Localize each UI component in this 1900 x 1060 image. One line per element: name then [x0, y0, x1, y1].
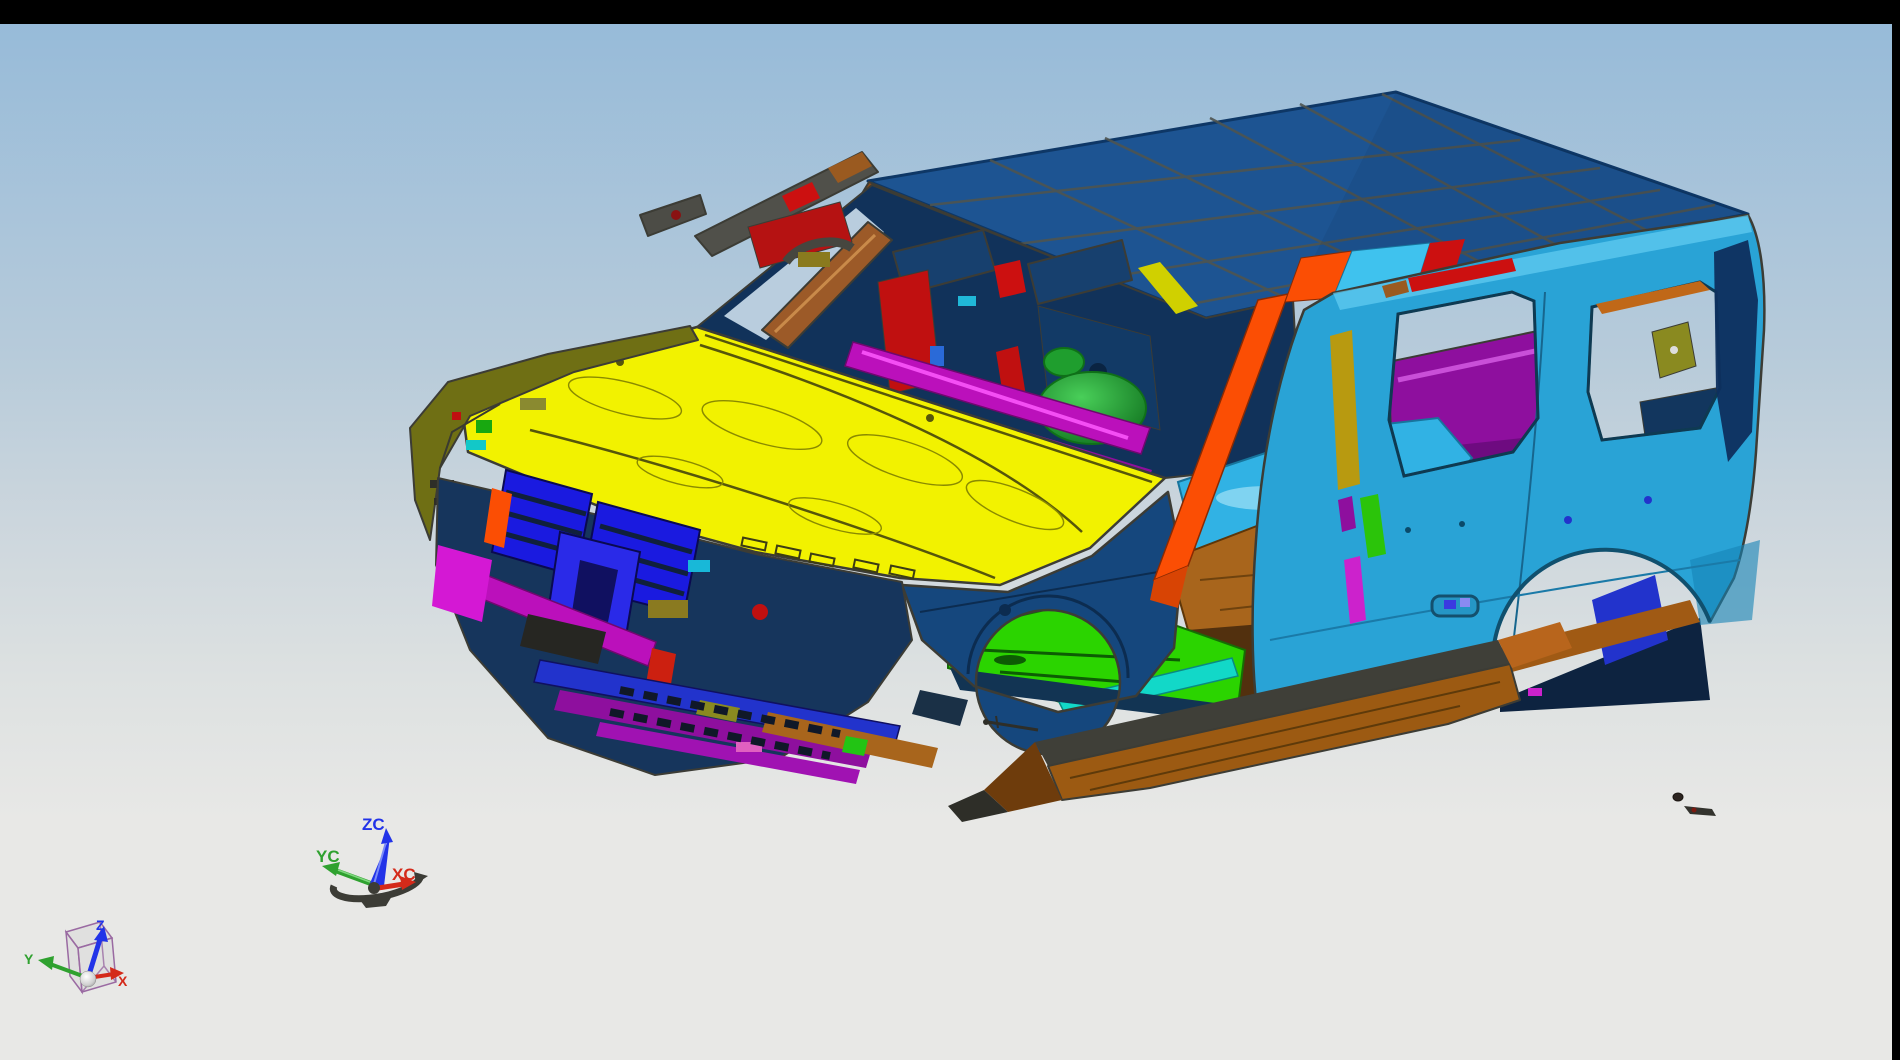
3d-scene: ZC YC XC Z Y X [0, 0, 1900, 1060]
window-top-bar [0, 0, 1900, 24]
wcs-triad[interactable]: ZC YC XC [316, 815, 428, 908]
fender-teal-bit[interactable] [466, 440, 486, 450]
handle-blue-glint [1460, 598, 1470, 607]
fender-hole [999, 604, 1011, 616]
abs-y-arrowhead [38, 956, 54, 970]
wcs-origin[interactable] [368, 882, 380, 894]
hood-hole [926, 414, 934, 422]
khaki-part[interactable] [798, 252, 830, 267]
abs-z-label: Z [96, 917, 105, 933]
fascia-khaki-blob[interactable] [648, 600, 688, 618]
wcs-zc-label: ZC [362, 815, 385, 834]
small-part-red-dot [1692, 808, 1697, 813]
wheelhouse-magenta-part[interactable] [1528, 688, 1542, 696]
body-blue-dot [1644, 496, 1652, 504]
abs-y-label: Y [24, 951, 34, 967]
wcs-z-axis[interactable] [368, 836, 390, 888]
body-blue-dot [1564, 516, 1572, 524]
fender-green-bit[interactable] [476, 420, 492, 433]
small-part-bracket[interactable] [1684, 806, 1716, 816]
fender-red-bit[interactable] [452, 412, 461, 420]
wcs-xc-label: XC [392, 865, 416, 884]
under-bracket[interactable] [912, 690, 968, 726]
wcs-y-highlight [338, 870, 370, 882]
blue-glint [930, 346, 944, 366]
handle-blue-glint [1444, 600, 1456, 609]
fascia-cyan-bit[interactable] [688, 560, 710, 572]
detached-small-parts[interactable] [1673, 793, 1716, 816]
abs-origin-sphere [80, 971, 96, 987]
body-dot [1459, 521, 1465, 527]
bracket-hole [1670, 346, 1678, 354]
fascia-red-dot [752, 604, 768, 620]
car-body-model[interactable] [410, 92, 1764, 822]
green-pan-slot [994, 655, 1026, 665]
body-dot [1405, 527, 1411, 533]
fender-khaki-bit[interactable] [520, 398, 546, 410]
wcs-y-axis[interactable] [334, 870, 372, 884]
wcs-yc-label: YC [316, 847, 340, 866]
sensor-dot [983, 719, 989, 725]
cad-application-window: { "app": { "description": "CAD 3D viewpo… [0, 0, 1900, 1060]
window-right-bar [1892, 0, 1900, 1060]
seat-headrest[interactable] [1044, 348, 1084, 376]
abs-x-label: X [118, 973, 128, 989]
absolute-csys-triad: Z Y X [24, 917, 128, 992]
small-part-nut[interactable] [1673, 793, 1683, 801]
cyan-bit[interactable] [958, 296, 976, 306]
bracket-hole [671, 210, 681, 220]
